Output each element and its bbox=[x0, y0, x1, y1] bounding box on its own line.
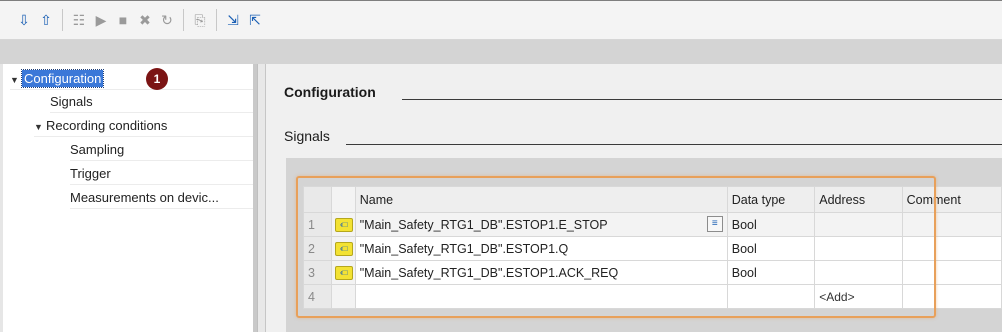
expand-arrow-icon[interactable]: ▼ bbox=[34, 116, 46, 138]
step-badge: 1 bbox=[146, 68, 168, 90]
tree-edge bbox=[0, 64, 3, 332]
signal-icon-cell: ‹□ bbox=[330, 236, 356, 261]
data-type-cell[interactable] bbox=[726, 284, 816, 309]
table-row[interactable]: 3 ‹□ "Main_Safety_RTG1_DB".ESTOP1.ACK_RE… bbox=[303, 260, 1002, 285]
comment-cell[interactable] bbox=[901, 284, 1002, 309]
column-header-name[interactable]: Name bbox=[354, 186, 728, 213]
tree-item-label: Measurements on devic... bbox=[70, 190, 219, 205]
row-number: 4 bbox=[303, 284, 332, 309]
export-icon[interactable]: ⇲ bbox=[223, 10, 243, 30]
table-row[interactable]: 1 ‹□ "Main_Safety_RTG1_DB".ESTOP1.E_STOP… bbox=[303, 212, 1002, 237]
signal-icon-cell: ‹□ bbox=[330, 260, 356, 285]
signal-tag-icon: ‹□ bbox=[334, 217, 353, 232]
tree-item-label: Sampling bbox=[70, 142, 125, 157]
heading-rule bbox=[346, 144, 1002, 145]
import-icon[interactable]: ⇱ bbox=[245, 10, 265, 30]
signal-icon-cell bbox=[330, 284, 356, 309]
signal-name: "Main_Safety_RTG1_DB".ESTOP1.E_STOP bbox=[359, 217, 608, 232]
comment-cell[interactable] bbox=[901, 212, 1002, 237]
stop-recording-icon[interactable]: ■ bbox=[113, 10, 133, 30]
select-tag-list-icon[interactable]: ≡ bbox=[706, 216, 723, 232]
tree-item-label: Configuration bbox=[20, 69, 105, 88]
signal-icon-cell: ‹□ bbox=[330, 212, 356, 237]
table-row[interactable]: 4 <Add> bbox=[303, 284, 1002, 309]
comment-cell[interactable] bbox=[901, 236, 1002, 261]
tree-item-configuration[interactable]: ▼ Configuration bbox=[10, 68, 254, 90]
address-cell[interactable] bbox=[814, 260, 903, 285]
tree-item-recording-conditions[interactable]: ▼ Recording conditions bbox=[34, 115, 254, 137]
signal-tag-icon: ‹□ bbox=[334, 241, 353, 256]
row-number: 3 bbox=[303, 260, 332, 285]
column-header-comment[interactable]: Comment bbox=[901, 186, 1002, 213]
signals-heading: Signals bbox=[284, 128, 330, 144]
row-number: 1 bbox=[303, 212, 332, 237]
toolbar-separator bbox=[183, 8, 184, 31]
signal-name-cell[interactable]: "Main_Safety_RTG1_DB".ESTOP1.E_STOP ≡ bbox=[354, 212, 728, 237]
table-header-row: Name Data type Address Comment bbox=[303, 186, 1002, 213]
tree-item-label: Signals bbox=[50, 94, 93, 109]
signal-name-cell[interactable]: "Main_Safety_RTG1_DB".ESTOP1.Q bbox=[354, 236, 728, 261]
start-recording-icon[interactable]: ▶ bbox=[91, 10, 111, 30]
configuration-heading: Configuration bbox=[284, 84, 376, 100]
table-row[interactable]: 2 ‹□ "Main_Safety_RTG1_DB".ESTOP1.Q Bool bbox=[303, 236, 1002, 261]
column-header-data-type[interactable]: Data type bbox=[726, 186, 816, 213]
tree-item-sampling[interactable]: Sampling bbox=[70, 139, 254, 161]
toolbar-separator bbox=[216, 8, 217, 31]
tree-item-signals[interactable]: Signals bbox=[50, 91, 254, 113]
column-header-address[interactable]: Address bbox=[814, 186, 903, 213]
address-cell[interactable] bbox=[814, 212, 903, 237]
add-signal-cell[interactable]: <Add> bbox=[814, 284, 903, 309]
row-number: 2 bbox=[303, 236, 332, 261]
heading-rule bbox=[402, 99, 1002, 100]
signal-name-cell[interactable] bbox=[354, 284, 728, 309]
row-number-header bbox=[303, 186, 332, 213]
data-type-cell[interactable]: Bool bbox=[726, 236, 816, 261]
data-type-cell[interactable]: Bool bbox=[726, 212, 816, 237]
tree-item-label: Trigger bbox=[70, 166, 111, 181]
copy-config-icon[interactable]: ⎘ bbox=[190, 10, 210, 30]
toolbar-separator bbox=[62, 8, 63, 31]
download-to-device-icon[interactable]: ⇩ bbox=[14, 10, 34, 30]
signal-name-cell[interactable]: "Main_Safety_RTG1_DB".ESTOP1.ACK_REQ bbox=[354, 260, 728, 285]
comment-cell[interactable] bbox=[901, 260, 1002, 285]
sub-toolbar-strip bbox=[0, 40, 1002, 64]
tree-item-label: Recording conditions bbox=[46, 118, 168, 133]
expand-arrow-icon[interactable]: ▼ bbox=[10, 69, 22, 91]
signal-tag-icon: ‹□ bbox=[334, 265, 353, 280]
toolbar: ⇩ ⇧ ☷ ▶ ■ ✖ ↻ ⎘ ⇲ ⇱ bbox=[0, 0, 1002, 40]
data-type-cell[interactable]: Bool bbox=[726, 260, 816, 285]
panel-splitter[interactable] bbox=[258, 64, 266, 332]
monitor-icon[interactable]: ☷ bbox=[69, 10, 89, 30]
panel-splitter-handle[interactable] bbox=[253, 64, 257, 332]
address-cell[interactable] bbox=[814, 236, 903, 261]
delete-recording-icon[interactable]: ✖ bbox=[135, 10, 155, 30]
upload-from-device-icon[interactable]: ⇧ bbox=[36, 10, 56, 30]
tree-item-measurements[interactable]: Measurements on devic... bbox=[70, 187, 254, 209]
refresh-icon[interactable]: ↻ bbox=[157, 10, 177, 30]
tree-item-trigger[interactable]: Trigger bbox=[70, 163, 254, 185]
icon-column-header bbox=[330, 186, 356, 213]
signals-table: Name Data type Address Comment 1 ‹□ "Mai… bbox=[303, 186, 1002, 309]
